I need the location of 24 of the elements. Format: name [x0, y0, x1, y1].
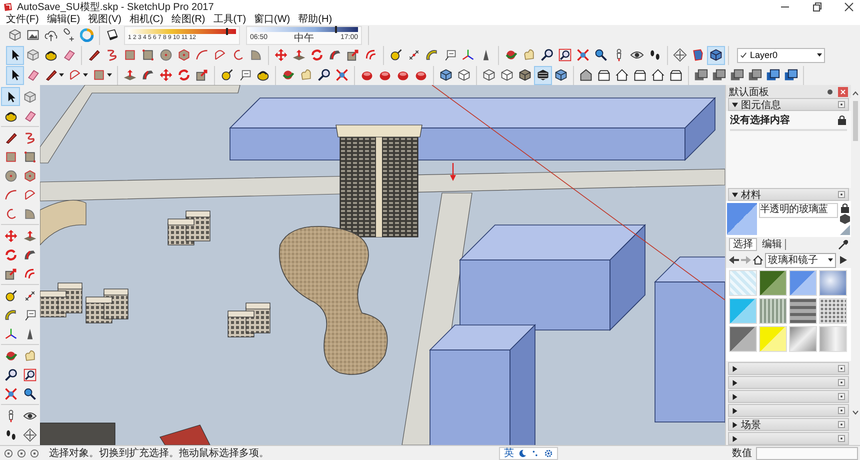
section-header[interactable]: 图元信息 — [728, 98, 849, 111]
menu-item[interactable]: 文件(F) — [2, 12, 43, 26]
entity-info-text: 没有选择内容 — [730, 113, 791, 127]
layer-dropdown[interactable]: Layer0 — [737, 48, 825, 62]
menu-item[interactable]: 相机(C) — [125, 12, 168, 26]
section-header[interactable]: 材料 — [728, 188, 849, 202]
menu-item[interactable]: 视图(V) — [84, 12, 126, 26]
tab[interactable]: 编辑 — [759, 239, 786, 250]
time-label: 中午 — [294, 32, 314, 44]
menu-item[interactable]: 工具(T) — [209, 12, 250, 26]
input-language[interactable]: 英 — [504, 446, 514, 460]
section-header[interactable]: 场景 — [728, 418, 849, 432]
menu-item[interactable]: 绘图(R) — [167, 12, 210, 26]
status-message: 选择对象。切换到扩充选择。拖动鼠标选择多项。 — [49, 446, 269, 460]
tab[interactable]: 选择 — [729, 238, 757, 252]
ime-toolbar[interactable]: 英 — [499, 446, 558, 460]
library-dropdown[interactable]: 玻璃和镜子 — [765, 252, 836, 268]
menu-item[interactable]: 窗口(W) — [250, 12, 294, 26]
menu-item[interactable]: 帮助(H) — [294, 12, 336, 26]
window-title: AutoSave_SU模型.skp - SketchUp Pro 2017 — [17, 0, 215, 14]
menu-item[interactable]: 编辑(E) — [42, 12, 84, 26]
material-name-field[interactable]: 半透明的玻璃蓝 — [759, 203, 838, 218]
panel-title: 默认面板 — [729, 86, 770, 98]
measurements-label: 数值 — [732, 447, 752, 460]
